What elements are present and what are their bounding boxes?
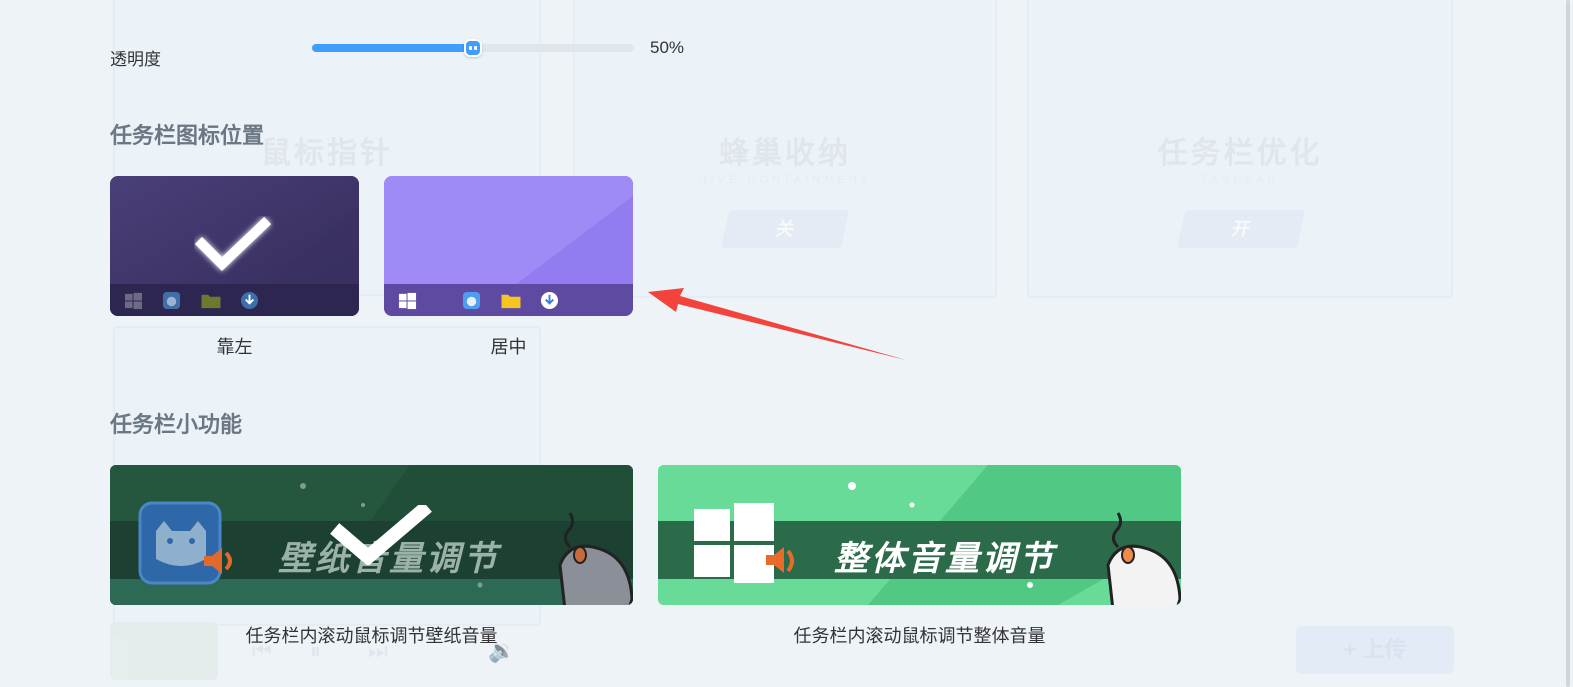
wallpaper-app-icon bbox=[162, 291, 181, 310]
system-volume-banner: 整体音量调节 bbox=[834, 540, 1056, 578]
windows-icon bbox=[694, 503, 794, 583]
windows-icon bbox=[398, 292, 417, 310]
position-option-left[interactable] bbox=[110, 176, 359, 316]
annotation-arrow-icon bbox=[648, 288, 906, 360]
feature-system-volume[interactable]: 整体音量调节 bbox=[658, 465, 1181, 605]
wallpaper-app-icon bbox=[138, 501, 232, 585]
transparency-label: 透明度 bbox=[110, 50, 161, 69]
wallpaper-app-icon bbox=[462, 291, 481, 310]
taskbar-preview bbox=[110, 284, 359, 316]
download-icon bbox=[540, 291, 559, 310]
mouse-icon bbox=[558, 512, 633, 605]
windows-icon bbox=[124, 292, 143, 310]
transparency-slider[interactable] bbox=[312, 39, 634, 57]
transparency-value: 50% bbox=[650, 38, 685, 57]
feature-wallpaper-volume[interactable]: 壁纸音量调节 bbox=[110, 465, 633, 605]
taskbar-position-title: 任务栏图标位置 bbox=[110, 123, 265, 148]
taskbar-preview bbox=[384, 284, 633, 316]
taskbar-settings-panel: 透明度 50% 任务栏图标位置 靠左 居中 任务栏小功能 壁纸音量调节 任务栏内… bbox=[0, 0, 1573, 687]
slider-handle[interactable] bbox=[464, 39, 482, 57]
mouse-icon bbox=[1106, 512, 1181, 605]
position-center-label: 居中 bbox=[490, 337, 527, 357]
slider-fill bbox=[312, 44, 473, 52]
wallpaper-volume-caption: 任务栏内滚动鼠标调节壁纸音量 bbox=[245, 626, 498, 646]
folder-icon bbox=[201, 294, 221, 309]
position-option-center[interactable] bbox=[384, 176, 633, 316]
checkmark-icon bbox=[330, 505, 432, 565]
checkmark-icon bbox=[194, 216, 272, 271]
folder-icon bbox=[501, 294, 521, 309]
system-volume-caption: 任务栏内滚动鼠标调节整体音量 bbox=[793, 626, 1046, 646]
download-icon bbox=[240, 291, 259, 310]
taskbar-features-title: 任务栏小功能 bbox=[110, 412, 243, 437]
position-left-label: 靠左 bbox=[216, 337, 253, 357]
